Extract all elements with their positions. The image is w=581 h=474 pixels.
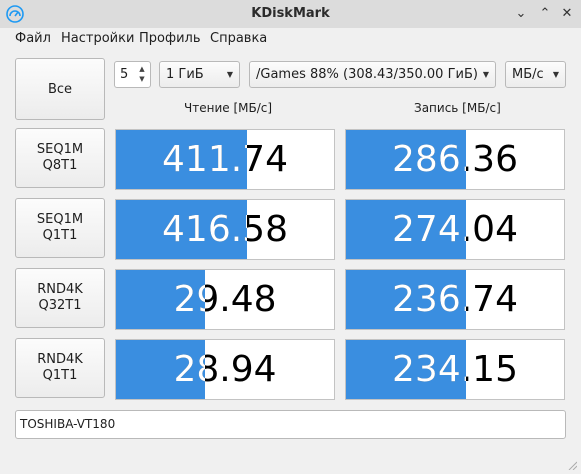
- size-combo[interactable]: 1 ГиБ ▼: [159, 61, 240, 88]
- read-value-overlay: 28.94: [116, 340, 205, 399]
- chevron-down-icon: ▼: [482, 70, 489, 79]
- write-value-overlay: 234.15: [346, 340, 466, 399]
- resize-grip-icon[interactable]: [567, 460, 577, 470]
- test-label-line2: Q1T1: [42, 228, 78, 243]
- test-label: RND4K Q32T1: [37, 282, 83, 314]
- read-value-overlay: 416.58: [116, 200, 247, 259]
- write-value-highlight: 234.15: [392, 349, 466, 390]
- test-button-0[interactable]: SEQ1M Q8T1: [15, 128, 105, 188]
- run-all-button[interactable]: Все: [15, 58, 105, 120]
- spin-down-icon[interactable]: ▼: [137, 74, 147, 84]
- write-value-highlight: 286.36: [392, 139, 466, 180]
- runs-spinbox[interactable]: 5 ▲ ▼: [114, 61, 151, 88]
- maximize-button[interactable]: ⌃: [537, 6, 553, 22]
- test-label-line2: Q1T1: [42, 368, 78, 383]
- test-label-line1: SEQ1M: [36, 142, 84, 157]
- read-value-highlight: 416.58: [162, 209, 247, 250]
- write-header: Запись [МБ/с]: [414, 101, 501, 115]
- chevron-down-icon: ▼: [552, 70, 559, 79]
- write-result-1: 274.04274.04: [345, 199, 565, 260]
- write-value-highlight: 236.74: [392, 279, 466, 320]
- runs-value: 5: [120, 67, 129, 82]
- test-label-line1: RND4K: [37, 282, 83, 297]
- units-value: МБ/с: [512, 67, 544, 82]
- write-value-highlight: 274.04: [392, 209, 466, 250]
- test-button-2[interactable]: RND4K Q32T1: [15, 268, 105, 328]
- write-value-overlay: 286.36: [346, 130, 466, 189]
- minimize-button[interactable]: ⌄: [513, 6, 529, 22]
- write-value-overlay: 236.74: [346, 270, 466, 329]
- test-label-line2: Q8T1: [42, 158, 78, 173]
- target-combo[interactable]: /Games 88% (308.43/350.00 ГиБ) ▼: [249, 61, 496, 88]
- read-value-overlay: 29.48: [116, 270, 205, 329]
- test-label: SEQ1M Q8T1: [37, 142, 83, 174]
- test-label-line1: RND4K: [37, 352, 83, 367]
- title-bar: KDiskMark ⌄ ⌃ ✕: [0, 0, 581, 28]
- menu-file[interactable]: Файл: [15, 31, 51, 46]
- menu-bar: Файл Настройки Профиль Справка: [0, 28, 581, 50]
- test-button-1[interactable]: SEQ1M Q1T1: [15, 198, 105, 258]
- device-name-field[interactable]: TOSHIBA-VT180: [15, 410, 566, 439]
- test-label-line2: Q32T1: [38, 298, 82, 313]
- read-value-highlight: 29.48: [173, 279, 205, 320]
- test-label: SEQ1M Q1T1: [37, 212, 83, 244]
- window-title: KDiskMark: [251, 6, 330, 21]
- read-result-3: 28.9428.94: [115, 339, 335, 400]
- close-button[interactable]: ✕: [559, 6, 575, 22]
- write-result-3: 234.15234.15: [345, 339, 565, 400]
- test-button-3[interactable]: RND4K Q1T1: [15, 338, 105, 398]
- menu-help[interactable]: Справка: [210, 31, 267, 46]
- size-value: 1 ГиБ: [166, 67, 204, 82]
- read-value-overlay: 411.74: [116, 130, 247, 189]
- read-result-2: 29.4829.48: [115, 269, 335, 330]
- read-value-highlight: 411.74: [162, 139, 247, 180]
- write-result-2: 236.74236.74: [345, 269, 565, 330]
- read-result-0: 411.74411.74: [115, 129, 335, 190]
- read-result-1: 416.58416.58: [115, 199, 335, 260]
- menu-profile[interactable]: Профиль: [139, 31, 201, 46]
- chevron-down-icon: ▼: [226, 70, 233, 79]
- menu-settings[interactable]: Настройки: [61, 31, 134, 46]
- test-label: RND4K Q1T1: [37, 352, 83, 384]
- write-value-overlay: 274.04: [346, 200, 466, 259]
- target-value: /Games 88% (308.43/350.00 ГиБ): [256, 67, 478, 82]
- write-result-0: 286.36286.36: [345, 129, 565, 190]
- read-value-highlight: 28.94: [173, 349, 205, 390]
- test-label-line1: SEQ1M: [36, 212, 84, 227]
- read-header: Чтение [МБ/с]: [184, 101, 273, 115]
- spin-up-icon[interactable]: ▲: [137, 64, 147, 74]
- units-combo[interactable]: МБ/с ▼: [505, 61, 566, 88]
